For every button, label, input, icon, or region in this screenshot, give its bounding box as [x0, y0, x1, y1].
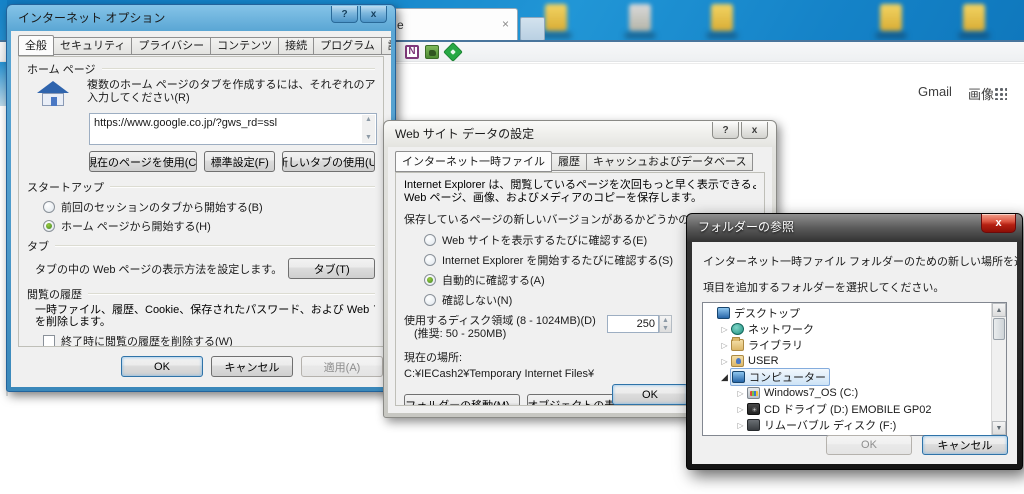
scroll-up-icon[interactable]: ▲ [992, 303, 1006, 317]
ok-button[interactable]: OK [612, 384, 688, 405]
tree-item-cd-drive[interactable]: ▷ CD ドライブ (D:) EMOBILE GP02 [705, 401, 990, 417]
tab-security[interactable]: セキュリティ [54, 37, 133, 55]
tree-item-removable-disk[interactable]: ▷ リムーバブル ディスク (F:) [705, 417, 990, 433]
browser-tab-title: e [397, 18, 404, 32]
general-tab-page: ホーム ページ 複数のホーム ページのタブを作成するには、それぞれのアドレスを行… [18, 56, 384, 347]
select-folder-prompt: 項目を追加するフォルダーを選択してください。 [703, 282, 945, 294]
scroll-down-icon[interactable]: ▼ [992, 421, 1006, 435]
tab-close-icon[interactable]: × [502, 17, 509, 31]
use-default-button[interactable]: 標準設定(F) [204, 151, 276, 172]
onenote-icon[interactable]: N [405, 45, 419, 59]
disk-space-input[interactable]: 250 [607, 315, 659, 333]
network-icon [731, 323, 744, 335]
close-icon[interactable]: x [741, 122, 768, 139]
browsing-history-group: 閲覧の履歴 [27, 286, 375, 302]
screen: e × N Gmail 画像 インターネット オプション ? x 全般 セキュリ… [0, 0, 1024, 494]
url-scrollbar[interactable]: ▲ ▼ [362, 115, 375, 143]
folder-tree: デスクトップ ▷ ネットワーク ▷ ライブラリ ▷ USER ◢ コンピューター… [702, 302, 1007, 436]
desktop-icon [717, 307, 730, 319]
home-page-url-input[interactable]: https://www.google.co.jp/?gws_rd=ssl ▲ ▼ [89, 113, 377, 145]
desktop-folder-icon[interactable] [711, 4, 733, 31]
tree-item-libraries[interactable]: ▷ ライブラリ [705, 337, 990, 353]
tab-programs[interactable]: プログラム [314, 37, 382, 55]
delete-history-on-exit-checkbox[interactable] [43, 335, 55, 346]
windows-drive-icon [747, 387, 760, 399]
history-description: 一時ファイル、履歴、Cookie、保存されたパスワード、および Web フォーム… [35, 304, 375, 316]
images-link[interactable]: 画像 [968, 84, 994, 103]
move-folder-button[interactable]: フォルダーの移動(M)... [404, 394, 520, 405]
cancel-button[interactable]: キャンセル [211, 356, 293, 377]
help-icon[interactable]: ? [331, 6, 358, 23]
scroll-thumb[interactable] [993, 318, 1005, 340]
tab-connections[interactable]: 接続 [279, 37, 315, 55]
new-tab-button[interactable] [520, 17, 545, 41]
removable-disk-icon [747, 419, 760, 431]
tab-privacy[interactable]: プライバシー [132, 37, 212, 55]
browse-for-folder-dialog: フォルダーの参照 x インターネット一時ファイル フォルダーのための新しい場所を… [686, 213, 1023, 470]
home-page-group: ホーム ページ [27, 61, 375, 77]
tabs-button[interactable]: タブ(T) [288, 258, 375, 279]
tab-advanced[interactable]: 詳細設定 [381, 37, 391, 55]
radio-start-home-page[interactable] [43, 220, 55, 232]
radio-start-previous-session[interactable] [43, 201, 55, 213]
internet-options-dialog: インターネット オプション ? x 全般 セキュリティ プライバシー コンテンツ… [6, 4, 396, 392]
tab-history[interactable]: 履歴 [552, 153, 587, 171]
tabs-description: タブの中の Web ページの表示方法を設定します。 [35, 263, 283, 276]
use-current-page-button[interactable]: 現在のページを使用(C) [89, 151, 198, 172]
desktop-folder-icon[interactable] [880, 4, 902, 31]
close-icon[interactable]: x [981, 214, 1016, 233]
use-new-tab-button[interactable]: 新しいタブの使用(U) [282, 151, 375, 172]
desktop-folder-icon[interactable] [963, 4, 985, 31]
evernote-icon[interactable] [425, 45, 439, 59]
tab-general[interactable]: 全般 [18, 35, 54, 56]
apply-button: 適用(A) [301, 356, 383, 377]
radio-check-every-start[interactable] [424, 254, 436, 266]
tree-item-user[interactable]: ▷ USER [705, 353, 990, 369]
cancel-button[interactable]: キャンセル [922, 435, 1008, 455]
tree-item-computer[interactable]: ◢ コンピューター [705, 368, 990, 386]
radio-check-every-visit[interactable] [424, 234, 436, 246]
home-icon [35, 81, 71, 109]
google-apps-grid-icon[interactable] [994, 87, 1007, 100]
disk-space-label: 使用するディスク領域 (8 - 1024MB)(D) [404, 315, 596, 327]
disk-space-stepper[interactable]: ▲ ▼ [659, 315, 672, 333]
ok-button: OK [826, 435, 912, 455]
user-folder-icon [731, 355, 744, 367]
radio-check-never[interactable] [424, 294, 436, 306]
tree-item-desktop[interactable]: デスクトップ [705, 305, 990, 321]
close-icon[interactable]: x [360, 6, 387, 23]
cache-description: Internet Explorer は、閲覧しているページを次回もっと早く表示で… [404, 179, 756, 191]
desktop-file-icon[interactable] [629, 4, 651, 31]
startup-group: スタートアップ [27, 179, 375, 195]
radio-check-automatically[interactable] [424, 274, 436, 286]
cd-drive-icon [747, 403, 760, 415]
gmail-link[interactable]: Gmail [918, 84, 952, 103]
help-icon[interactable]: ? [712, 122, 739, 139]
home-page-description: 複数のホーム ページのタブを作成するには、それぞれのアドレスを行で分けて [87, 79, 375, 91]
stepper-up-icon[interactable]: ▲ [660, 317, 671, 325]
recovery-drive-icon: ↻ [747, 435, 760, 436]
tab-temporary-internet-files[interactable]: インターネット一時ファイル [395, 151, 552, 172]
browser-tab[interactable]: e × [388, 8, 518, 41]
tab-content[interactable]: コンテンツ [211, 37, 280, 55]
desktop-folder-icon[interactable] [545, 4, 567, 31]
stepper-down-icon[interactable]: ▼ [660, 325, 671, 333]
browse-description: インターネット一時ファイル フォルダーのための新しい場所を選択します。 [703, 256, 1017, 268]
ok-button[interactable]: OK [121, 356, 203, 377]
disk-space-hint: (推奨: 50 - 250MB) [414, 328, 507, 340]
page-divider [384, 63, 1024, 64]
tabs-group: タブ [27, 238, 375, 254]
tree-item-windows7-os[interactable]: ▷ Windows7_OS (C:) [705, 385, 990, 401]
libraries-icon [731, 337, 744, 351]
tree-scrollbar[interactable]: ▲ ▼ [991, 303, 1006, 435]
tab-caches-databases[interactable]: キャッシュおよびデータベース [587, 153, 754, 171]
tree-item-network[interactable]: ▷ ネットワーク [705, 321, 990, 337]
computer-icon [732, 371, 745, 383]
dialog-title: Web サイト データの設定 [395, 127, 535, 141]
scroll-down-icon[interactable]: ▼ [362, 134, 375, 142]
dialog-title: フォルダーの参照 [698, 220, 795, 234]
dialog-title: インターネット オプション [18, 11, 166, 25]
scroll-up-icon[interactable]: ▲ [362, 116, 375, 124]
